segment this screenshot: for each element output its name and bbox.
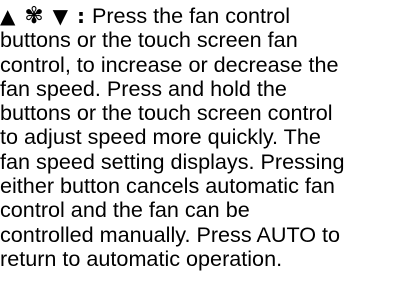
text-line-10: controlled manually. Press AUTO to	[0, 221, 341, 247]
text-line-4: fan speed. Press and hold the	[0, 75, 287, 101]
text-line-6: to adjust speed more quickly. The	[0, 124, 321, 150]
text-line-2: buttons or the touch screen fan	[0, 27, 298, 53]
text-line-8: either button cancels automatic fan	[0, 173, 335, 199]
colon-symbol: :	[76, 4, 86, 28]
text-line-7: fan speed setting displays. Pressing	[0, 148, 345, 174]
text-line-1-text: Press the fan control	[85, 3, 291, 28]
up-arrow-icon: ▲	[0, 4, 17, 28]
fan-control-description: ▲ ✾ ▼ : Press the fan control buttons or…	[0, 3, 398, 271]
text-line-3: control, to increase or decrease the	[0, 51, 339, 77]
text-line-1: ▲ ✾ ▼ : Press the fan control	[0, 3, 398, 28]
text-line-9: control and the fan can be	[0, 197, 250, 223]
down-arrow-icon: ▼	[52, 4, 69, 28]
text-line-5: buttons or the touch screen control	[0, 100, 333, 126]
fan-control-icons: ▲ ✾ ▼ :	[0, 4, 86, 28]
fan-icon: ✾	[24, 3, 45, 29]
text-line-11: return to automatic operation.	[0, 245, 283, 271]
